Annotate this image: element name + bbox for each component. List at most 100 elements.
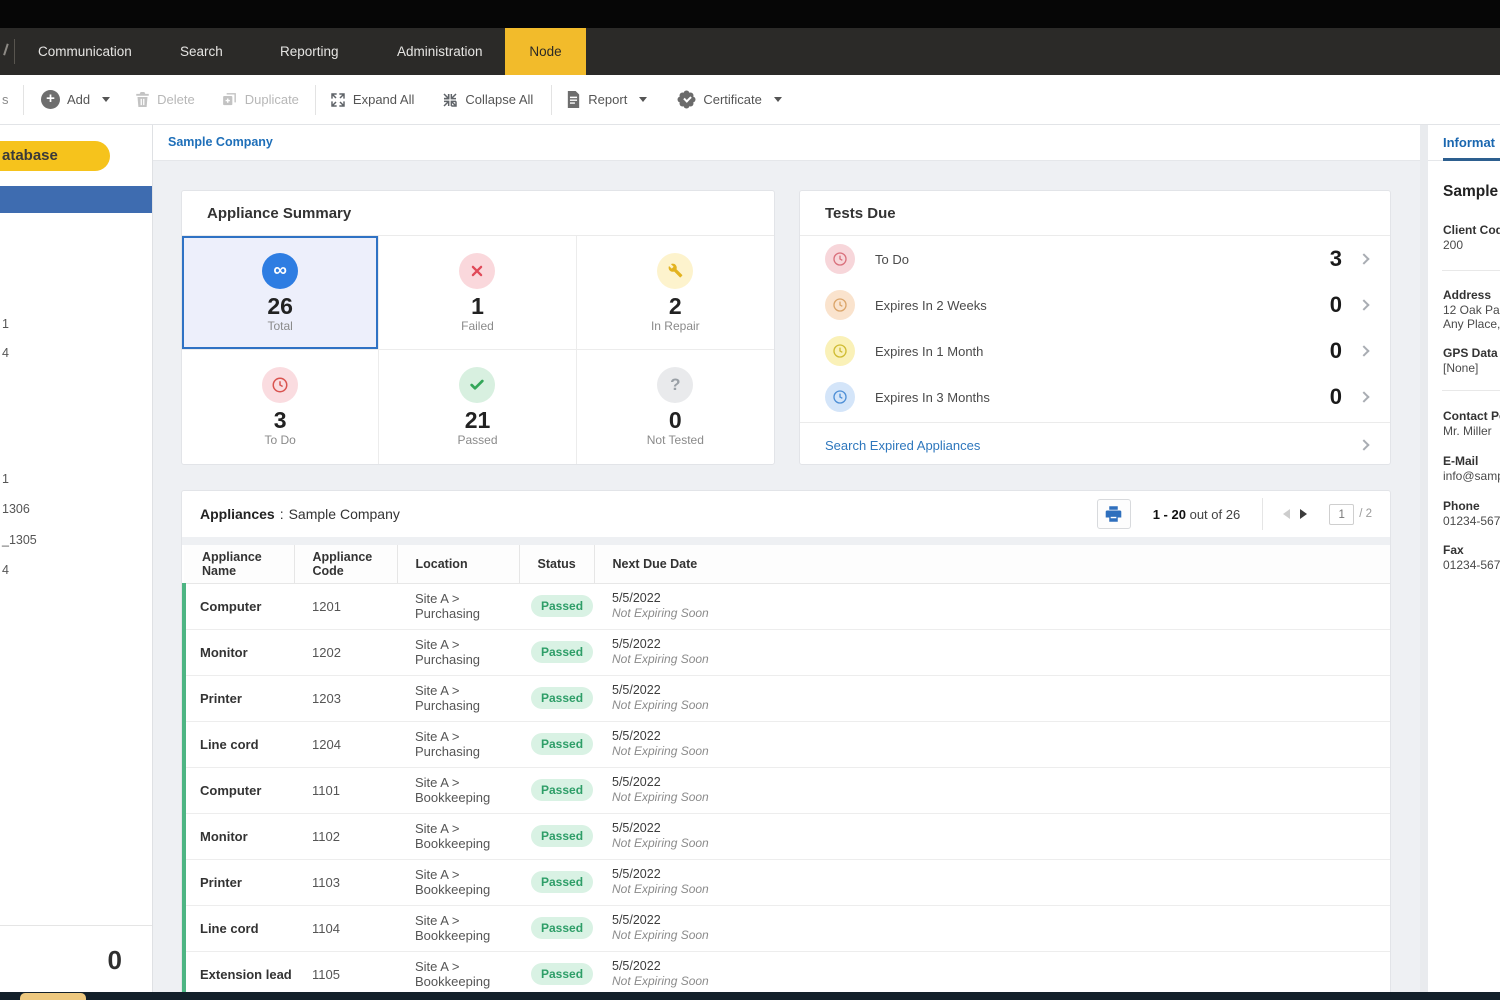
status-badge: Passed xyxy=(531,825,593,847)
column-header-appliance-code[interactable]: Appliance Code xyxy=(294,545,397,583)
column-header-next-due-date[interactable]: Next Due Date xyxy=(594,545,1390,583)
summary-tile-total[interactable]: ∞ 26 Total xyxy=(182,236,379,350)
tests-due-row-3-months[interactable]: Expires In 3 Months 0 xyxy=(800,374,1390,420)
table-row[interactable]: Line cord 1204 Site A > Purchasing Passe… xyxy=(184,721,1390,767)
summary-tile-in-repair[interactable]: 2 In Repair xyxy=(577,236,774,350)
column-header-location[interactable]: Location xyxy=(397,545,519,583)
table-row[interactable]: Monitor 1102 Site A > Bookkeeping Passed… xyxy=(184,813,1390,859)
document-icon xyxy=(566,91,581,108)
table-row[interactable]: Line cord 1104 Site A > Bookkeeping Pass… xyxy=(184,905,1390,951)
hidden-yellow-element xyxy=(20,993,86,1000)
appliance-name-cell: Monitor xyxy=(184,813,294,859)
certificate-button[interactable]: Certificate xyxy=(677,92,782,107)
duplicate-button[interactable]: Duplicate xyxy=(221,91,299,108)
appliance-name-cell: Line cord xyxy=(184,721,294,767)
tile-label: Passed xyxy=(457,433,497,447)
appliance-name-cell: Computer xyxy=(184,583,294,629)
chevron-down-icon[interactable] xyxy=(102,97,110,102)
collapse-all-button[interactable]: Collapse All xyxy=(442,92,533,108)
status-badge: Passed xyxy=(531,871,593,893)
table-row[interactable]: Printer 1203 Site A > Purchasing Passed … xyxy=(184,675,1390,721)
appliances-table-body: Computer 1201 Site A > Purchasing Passed… xyxy=(184,583,1390,997)
page-number-input[interactable]: 1 xyxy=(1329,504,1354,525)
table-row[interactable]: Computer 1101 Site A > Bookkeeping Passe… xyxy=(184,767,1390,813)
appliance-name-cell: Printer xyxy=(184,675,294,721)
location-cell: Site A > Bookkeeping xyxy=(397,767,519,813)
tree-item-fragment[interactable]: 4 xyxy=(2,346,9,360)
breadcrumb[interactable]: Sample Company xyxy=(168,135,273,149)
tree-item-fragment[interactable]: 1 xyxy=(2,472,9,486)
pagination: 1 - 20 out of 26 1 / 2 xyxy=(1097,498,1372,530)
appliance-summary-card: Appliance Summary ∞ 26 Total 1 Failed 2 … xyxy=(181,190,775,465)
sidebar-bottom-count: 0 xyxy=(108,945,122,976)
summary-tile-to-do[interactable]: 3 To Do xyxy=(182,350,379,464)
chevron-right-icon[interactable] xyxy=(1358,299,1369,310)
summary-tile-not-tested[interactable]: ? 0 Not Tested xyxy=(577,350,774,464)
table-title-value: Sample Company xyxy=(289,506,400,522)
tests-due-row-to-do[interactable]: To Do 3 xyxy=(800,236,1390,282)
tab-information[interactable]: Informat xyxy=(1443,135,1495,150)
selected-tree-item[interactable] xyxy=(0,186,152,213)
tree-item-fragment[interactable]: 1 xyxy=(2,317,9,331)
count-value: 0 xyxy=(1330,292,1342,318)
report-button[interactable]: Report xyxy=(566,91,647,108)
tree-item-fragment[interactable]: 1306 xyxy=(2,502,30,516)
status-badge: Passed xyxy=(531,687,593,709)
tree-item-fragment[interactable]: _1305 xyxy=(2,533,37,547)
next-due-date-cell: 5/5/2022 Not Expiring Soon xyxy=(594,675,1390,721)
nav-item-node-active[interactable]: Node xyxy=(505,28,586,75)
chevron-down-icon[interactable] xyxy=(774,97,782,102)
column-header-status[interactable]: Status xyxy=(519,545,594,583)
status-cell: Passed xyxy=(519,951,594,997)
table-row[interactable]: Computer 1201 Site A > Purchasing Passed… xyxy=(184,583,1390,629)
summary-tile-failed[interactable]: 1 Failed xyxy=(379,236,576,350)
clock-icon xyxy=(262,367,298,403)
next-due-date-cell: 5/5/2022 Not Expiring Soon xyxy=(594,859,1390,905)
expand-all-button[interactable]: Expand All xyxy=(330,92,414,108)
pagination-range: 1 - 20 out of 26 xyxy=(1153,507,1240,522)
location-cell: Site A > Bookkeeping xyxy=(397,859,519,905)
count-value: 0 xyxy=(1330,384,1342,410)
print-button[interactable] xyxy=(1097,499,1131,529)
tests-due-row-2-weeks[interactable]: Expires In 2 Weeks 0 xyxy=(800,282,1390,328)
tile-value: 0 xyxy=(669,407,682,433)
prev-page-arrow-icon[interactable] xyxy=(1283,509,1290,519)
add-button[interactable]: + Add xyxy=(41,90,110,109)
tests-due-row-1-month[interactable]: Expires In 1 Month 0 xyxy=(800,328,1390,374)
tile-value: 2 xyxy=(669,293,682,319)
tests-due-card: Tests Due To Do 3 Expires In 2 Weeks 0 E… xyxy=(799,190,1391,465)
search-expired-appliances-link[interactable]: Search Expired Appliances xyxy=(800,422,1390,467)
nav-item-communication[interactable]: Communication xyxy=(38,28,132,75)
action-toolbar: s + Add Delete Duplicate Expand All Coll… xyxy=(0,75,1500,125)
due-note: Not Expiring Soon xyxy=(612,836,1389,851)
table-row[interactable]: Extension lead 1105 Site A > Bookkeeping… xyxy=(184,951,1390,997)
bottom-bar xyxy=(0,992,1500,1000)
chevron-right-icon[interactable] xyxy=(1358,391,1369,402)
breadcrumb-bar: Sample Company xyxy=(153,125,1420,161)
status-cell: Passed xyxy=(519,583,594,629)
panel-gutter xyxy=(1420,125,1428,1000)
appliance-code-cell: 1101 xyxy=(294,767,397,813)
card-title: Tests Due xyxy=(800,191,1390,236)
appliance-code-cell: 1201 xyxy=(294,583,397,629)
tree-item-fragment[interactable]: 4 xyxy=(2,563,9,577)
appliance-name-cell: Monitor xyxy=(184,629,294,675)
column-header-appliance-name[interactable]: Appliance Name xyxy=(184,545,294,583)
nav-item-search[interactable]: Search xyxy=(180,28,223,75)
delete-button[interactable]: Delete xyxy=(135,91,195,108)
chevron-right-icon[interactable] xyxy=(1358,345,1369,356)
nav-item-administration[interactable]: Administration xyxy=(397,28,483,75)
appliances-table-card: Appliances : Sample Company 1 - 20 out o… xyxy=(181,490,1391,1000)
summary-tile-passed[interactable]: 21 Passed xyxy=(379,350,576,464)
next-page-arrow-icon[interactable] xyxy=(1300,509,1307,519)
nav-item-reporting[interactable]: Reporting xyxy=(280,28,339,75)
card-title: Appliance Summary xyxy=(182,191,774,236)
table-row[interactable]: Monitor 1202 Site A > Purchasing Passed … xyxy=(184,629,1390,675)
database-button[interactable]: atabase xyxy=(0,141,110,171)
field-phone: Phone 01234-5678 xyxy=(1443,499,1500,528)
chevron-down-icon[interactable] xyxy=(639,97,647,102)
table-row[interactable]: Printer 1103 Site A > Bookkeeping Passed… xyxy=(184,859,1390,905)
tile-label: Total xyxy=(267,319,292,333)
chevron-right-icon[interactable] xyxy=(1358,253,1369,264)
status-cell: Passed xyxy=(519,859,594,905)
